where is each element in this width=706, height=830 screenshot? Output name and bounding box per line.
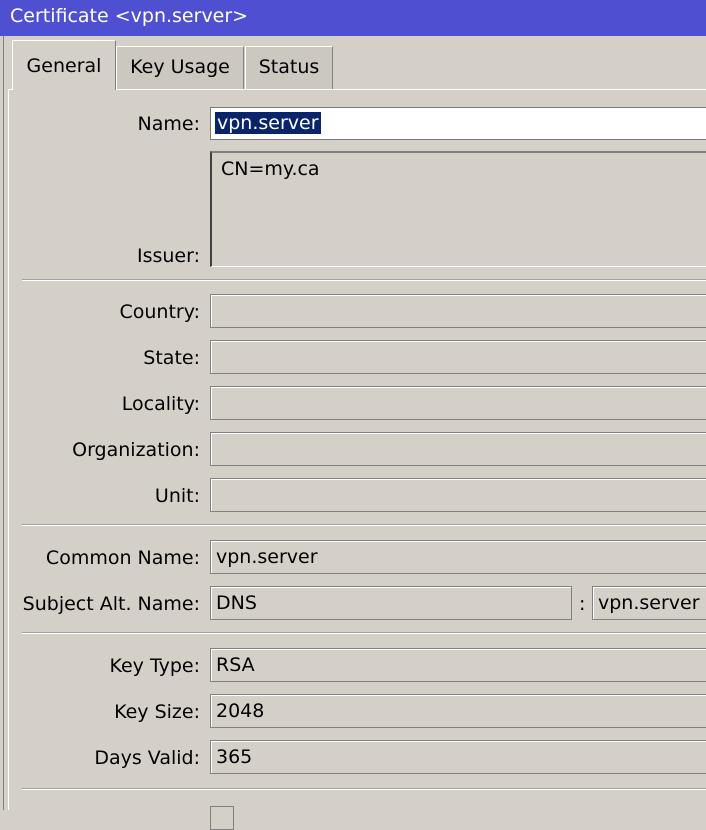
tab-panel-border-left — [8, 89, 9, 810]
issuer-field[interactable]: CN=my.ca — [210, 151, 706, 267]
tab-status-label: Status — [258, 56, 320, 78]
name-field-value: vpn.server — [215, 112, 321, 134]
subject-alt-name-value-field[interactable]: vpn.server — [592, 586, 706, 620]
tab-general[interactable]: General — [12, 40, 116, 90]
tab-status[interactable]: Status — [245, 46, 333, 90]
locality-field[interactable] — [210, 386, 706, 420]
unit-field[interactable] — [210, 478, 706, 512]
issuer-label: Issuer: — [136, 245, 200, 267]
state-field[interactable] — [210, 340, 706, 374]
name-label: Name: — [137, 113, 200, 135]
country-field[interactable] — [210, 294, 706, 328]
window-frame-edge — [3, 36, 4, 810]
country-label: Country: — [119, 301, 201, 323]
separator — [22, 632, 706, 634]
state-label: State: — [143, 347, 200, 369]
key-type-label: Key Type: — [109, 655, 200, 677]
common-name-field[interactable]: vpn.server — [210, 540, 706, 574]
separator — [22, 788, 706, 790]
key-size-label: Key Size: — [114, 701, 200, 723]
organization-label: Organization: — [72, 439, 200, 461]
tab-general-label: General — [26, 55, 102, 77]
separator — [22, 524, 706, 526]
unit-label: Unit: — [154, 485, 200, 507]
organization-field[interactable] — [210, 432, 706, 466]
subject-alt-name-separator: : — [579, 593, 586, 615]
tab-key-usage-label: Key Usage — [130, 56, 230, 78]
key-type-field[interactable]: RSA — [210, 648, 706, 682]
days-valid-field[interactable]: 365 — [210, 740, 706, 774]
key-size-field[interactable]: 2048 — [210, 694, 706, 728]
separator — [22, 279, 706, 281]
issuer-field-value: CN=my.ca — [221, 158, 320, 180]
subject-alt-name-label: Subject Alt. Name: — [22, 593, 200, 615]
locality-label: Locality: — [121, 393, 200, 415]
window-title: Certificate <vpn.server> — [0, 0, 706, 36]
name-field[interactable]: vpn.server — [210, 107, 706, 140]
tab-key-usage[interactable]: Key Usage — [116, 46, 244, 90]
common-name-label: Common Name: — [45, 547, 200, 569]
subject-alt-name-type-field[interactable]: DNS — [210, 586, 572, 620]
days-valid-label: Days Valid: — [94, 747, 200, 769]
